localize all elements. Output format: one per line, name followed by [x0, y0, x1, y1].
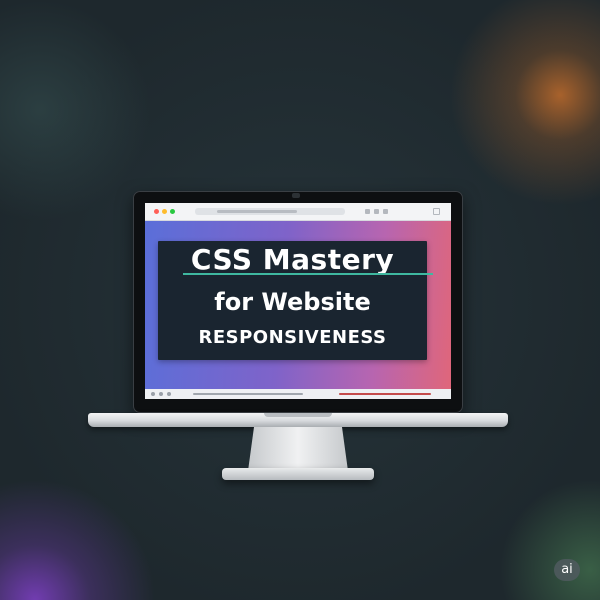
monitor-screen: CSS Mastery for Website RESPONSIVENESS [145, 203, 451, 399]
title-line-1: CSS Mastery [190, 243, 395, 276]
monitor-stand-foot [222, 468, 374, 480]
course-title-card: CSS Mastery for Website RESPONSIVENESS [158, 241, 433, 360]
player-status-bar [145, 389, 451, 399]
volume-icon[interactable] [159, 392, 163, 396]
progress-track[interactable] [193, 393, 303, 395]
ai-badge: ai [554, 559, 580, 581]
title-underline [183, 273, 433, 275]
monitor-stand-neck [248, 427, 348, 471]
menu-icon[interactable] [433, 208, 440, 215]
play-icon[interactable] [151, 392, 155, 396]
settings-icon[interactable] [167, 392, 171, 396]
title-line-2: for Website [214, 288, 371, 316]
address-bar[interactable] [195, 208, 345, 215]
address-bar-text-placeholder [217, 210, 297, 213]
bookmark-icon[interactable] [383, 209, 388, 214]
monitor-chin [145, 399, 451, 409]
camera-icon [292, 193, 300, 198]
browser-toolbar [145, 203, 451, 221]
monitor-hinge [264, 413, 332, 417]
buffer-track[interactable] [339, 393, 431, 395]
maximize-window-button[interactable] [170, 209, 175, 214]
title-line-3: RESPONSIVENESS [198, 327, 387, 348]
toolbar-icons [345, 208, 415, 215]
share-icon[interactable] [374, 209, 379, 214]
reload-icon[interactable] [365, 209, 370, 214]
close-window-button[interactable] [154, 209, 159, 214]
minimize-window-button[interactable] [162, 209, 167, 214]
